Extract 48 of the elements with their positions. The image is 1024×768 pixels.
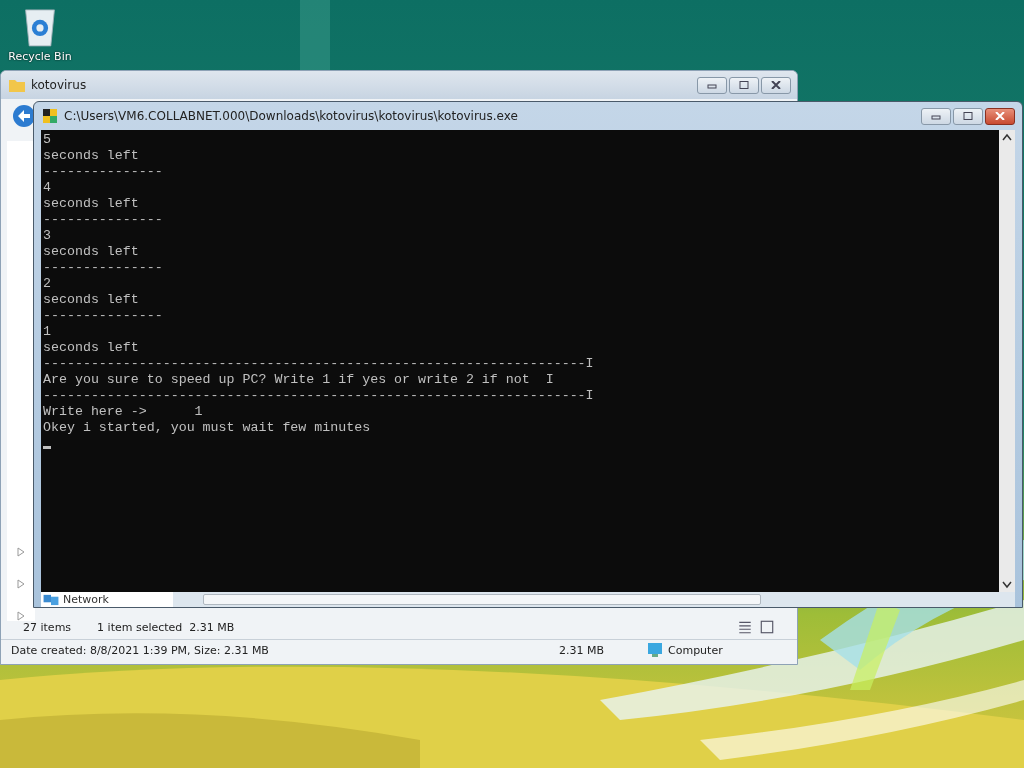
console-line: seconds left <box>43 148 139 164</box>
console-line: seconds left <box>43 340 139 356</box>
console-line: seconds left <box>43 196 139 212</box>
console-line: --------------- <box>43 260 163 276</box>
file-size: 2.31 MB <box>559 643 606 657</box>
maximize-button[interactable] <box>729 76 759 94</box>
close-button[interactable] <box>985 107 1015 125</box>
window-title: C:\Users\VM6.COLLABNET.000\Downloads\kotovirus\kotovirus\kotovirus.exe <box>64 109 519 123</box>
console-line: --------------- <box>43 308 163 324</box>
desktop-icon-label[interactable]: Recycle Bin <box>8 50 72 63</box>
file-details: Date created: 8/8/2021 1:39 PM, Size: 2.31 MB <box>11 643 270 657</box>
console-line: --------------- <box>43 212 163 228</box>
back-icon[interactable] <box>12 104 36 128</box>
console-line: seconds left <box>43 244 139 260</box>
console-line: Write here -> 1 <box>43 404 203 420</box>
minimize-icon <box>706 81 718 89</box>
details-view-icon[interactable] <box>737 619 753 635</box>
console-line: Okey i started, you must wait few minutes <box>43 420 371 436</box>
text-cursor <box>43 446 51 449</box>
scroll-down-icon[interactable] <box>1002 581 1012 589</box>
monitor-icon <box>647 642 663 658</box>
console-line: seconds left <box>43 292 139 308</box>
console-line: --------------------------------------------------------------------I <box>43 356 594 372</box>
close-icon <box>770 81 782 89</box>
console-line: 1 <box>43 324 51 340</box>
zone-label: Computer <box>668 643 723 657</box>
scroll-up-icon[interactable] <box>1002 133 1012 141</box>
thumbnail-view-icon[interactable] <box>759 619 775 635</box>
network-icon <box>43 593 59 606</box>
close-button[interactable] <box>761 76 791 94</box>
vertical-scrollbar[interactable] <box>999 130 1015 592</box>
close-icon <box>994 112 1006 120</box>
console-line: 4 <box>43 180 51 196</box>
folder-icon <box>9 78 25 92</box>
maximize-icon <box>962 112 974 120</box>
console-line: Are you sure to speed up PC? Write 1 if yes or write 2 if not I <box>43 372 554 388</box>
maximize-icon <box>738 81 750 89</box>
item-count: 27 items <box>23 620 72 634</box>
console-line: --------------------------------------------------------------------I <box>43 388 594 404</box>
maximize-button[interactable] <box>953 107 983 125</box>
minimize-icon <box>930 112 942 120</box>
console-line: 5 <box>43 132 51 148</box>
console-line: 3 <box>43 228 51 244</box>
horizontal-scrollbar[interactable] <box>203 594 761 605</box>
console-line: --------------- <box>43 164 163 180</box>
selection-info: 1 item selected 2.31 MB <box>97 620 235 634</box>
window-title: kotovirus <box>31 78 88 92</box>
console-line: 2 <box>43 276 51 292</box>
